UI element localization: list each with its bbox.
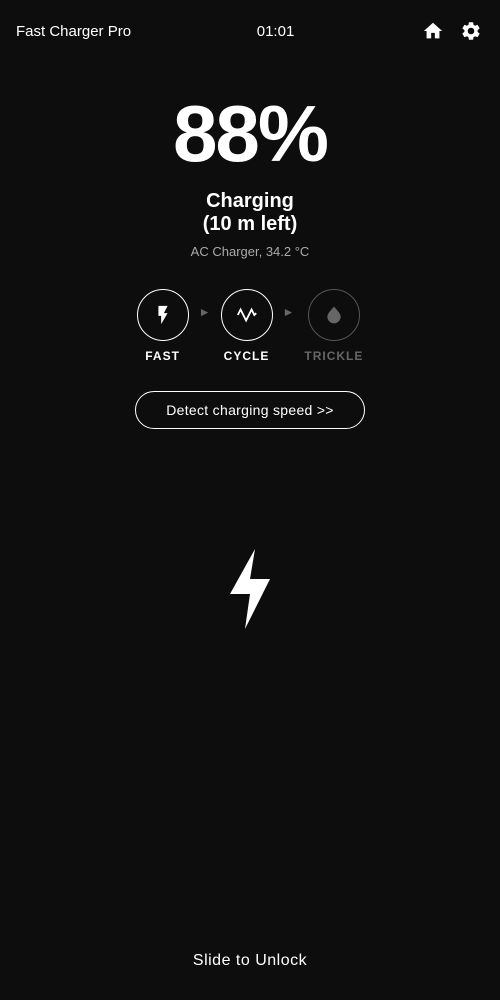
mode-fast[interactable]: FAST bbox=[137, 289, 189, 363]
settings-button[interactable] bbox=[458, 18, 484, 44]
arrow-divider-1: ► bbox=[199, 305, 211, 319]
app-title: Fast Charger Pro bbox=[16, 23, 131, 40]
detect-speed-button[interactable]: Detect charging speed >> bbox=[135, 391, 365, 429]
charging-modes: FAST ► CYCLE ► TRICKLE bbox=[137, 289, 364, 363]
charger-info: AC Charger, 34.2 °C bbox=[191, 244, 310, 259]
lightning-large-icon bbox=[220, 549, 280, 629]
drop-icon bbox=[324, 304, 344, 326]
gear-icon bbox=[460, 20, 482, 42]
mode-cycle-label: CYCLE bbox=[224, 349, 270, 363]
header-icons bbox=[420, 18, 484, 44]
header: Fast Charger Pro 01:01 bbox=[0, 0, 500, 54]
mode-fast-circle bbox=[137, 289, 189, 341]
mode-trickle-label: TRICKLE bbox=[304, 349, 363, 363]
status-time: 01:01 bbox=[257, 23, 295, 40]
slide-to-unlock[interactable]: Slide to Unlock bbox=[0, 952, 500, 970]
mode-cycle-circle bbox=[221, 289, 273, 341]
wave-icon bbox=[236, 304, 258, 326]
home-icon bbox=[422, 20, 444, 42]
mode-cycle[interactable]: CYCLE bbox=[221, 289, 273, 363]
home-button[interactable] bbox=[420, 18, 446, 44]
charging-status: Charging (10 m left) bbox=[203, 190, 297, 236]
battery-percent: 88% bbox=[173, 94, 327, 174]
mode-fast-label: FAST bbox=[145, 349, 180, 363]
mode-trickle-circle bbox=[308, 289, 360, 341]
bolt-icon bbox=[152, 304, 174, 326]
arrow-divider-2: ► bbox=[283, 305, 295, 319]
mode-trickle[interactable]: TRICKLE bbox=[304, 289, 363, 363]
main-content: 88% Charging (10 m left) AC Charger, 34.… bbox=[0, 54, 500, 629]
lightning-area bbox=[220, 549, 280, 629]
